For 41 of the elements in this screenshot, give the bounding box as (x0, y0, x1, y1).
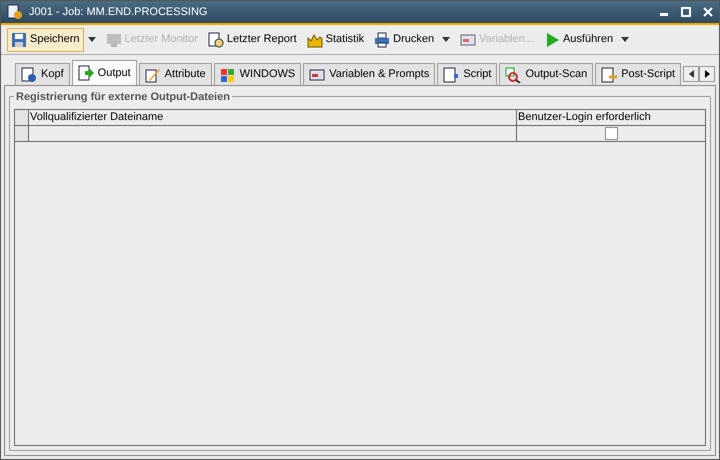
column-header[interactable]: Vollqualifizierter Dateiname (29, 110, 517, 124)
variables-icon (460, 32, 476, 48)
tab[interactable]: Output (72, 60, 137, 85)
magnifier-icon (505, 66, 522, 82)
tab[interactable]: Attribute (138, 63, 212, 85)
maximize-icon[interactable] (681, 7, 691, 17)
group-title: Registrierung für externe Output-Dateien (14, 89, 232, 106)
tab[interactable]: Kopf (15, 63, 70, 85)
pencil-document-icon (144, 66, 161, 82)
toolbar-button[interactable]: Ausführen (540, 28, 618, 52)
caret-icon[interactable] (442, 37, 450, 42)
checkbox[interactable] (604, 126, 618, 140)
windows-flag-icon (220, 66, 236, 82)
tab[interactable]: Script (437, 63, 498, 85)
tab[interactable]: Output-Scan (499, 63, 594, 85)
close-icon[interactable] (703, 7, 713, 17)
script-icon (443, 66, 460, 82)
tab[interactable]: Post-Script (595, 63, 682, 85)
right-arrow-icon (704, 70, 710, 78)
document-info-icon (21, 66, 37, 82)
script-arrow-icon (601, 66, 618, 82)
toolbar-button[interactable]: Letzter Report (204, 28, 301, 52)
chart-icon (306, 32, 323, 48)
floppy-icon (11, 32, 27, 48)
left-arrow-icon (688, 70, 694, 78)
tab[interactable]: WINDOWS (214, 63, 302, 85)
scroll-right-button[interactable] (699, 66, 716, 82)
caret-icon[interactable] (88, 37, 96, 42)
variables-icon (309, 66, 326, 82)
printer-icon (374, 32, 390, 48)
document-arrow-icon (78, 65, 94, 81)
caret-icon[interactable] (621, 37, 630, 42)
toolbar-button[interactable]: Statistik (302, 28, 368, 52)
toolbar-button[interactable]: Speichern (7, 28, 84, 52)
toolbar-button[interactable]: Drucken (370, 28, 438, 52)
scroll-left-button[interactable] (683, 66, 700, 82)
row-header[interactable] (15, 126, 29, 140)
column-header[interactable]: Benutzer-Login erforderlich (517, 110, 705, 124)
window-title: J001 - Job: MM.END.PROCESSING (29, 4, 208, 20)
monitor-icon (106, 32, 122, 48)
tab[interactable]: Variablen & Prompts (303, 63, 436, 85)
